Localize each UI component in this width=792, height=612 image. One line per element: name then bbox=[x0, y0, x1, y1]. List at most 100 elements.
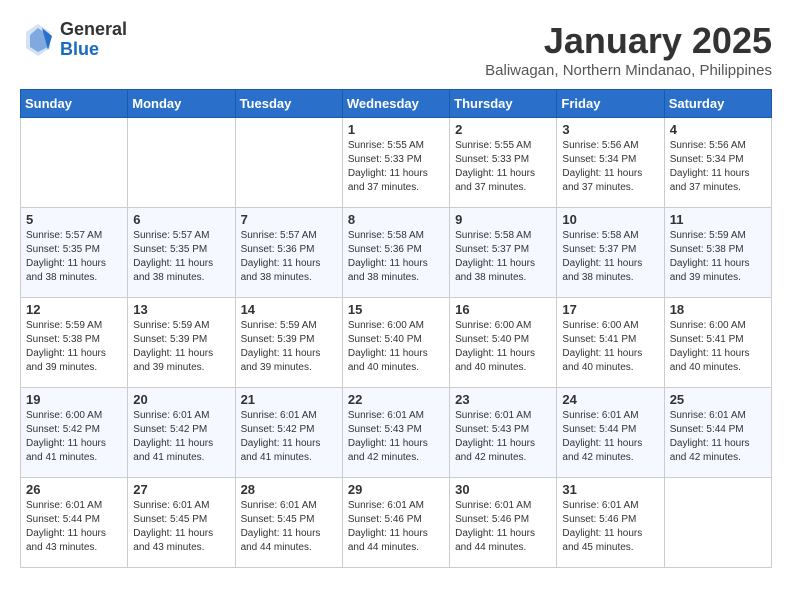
cell-info: Sunrise: 6:00 AM Sunset: 5:42 PM Dayligh… bbox=[26, 409, 122, 465]
calendar-cell: 26Sunrise: 6:01 AM Sunset: 5:44 PM Dayli… bbox=[21, 478, 128, 568]
day-number: 7 bbox=[241, 212, 337, 227]
calendar-week-4: 19Sunrise: 6:00 AM Sunset: 5:42 PM Dayli… bbox=[21, 388, 772, 478]
cell-info: Sunrise: 6:01 AM Sunset: 5:46 PM Dayligh… bbox=[562, 499, 658, 555]
calendar-cell: 20 Sunrise: 6:01 AM Sunset: 5:42 PM Dayli… bbox=[128, 388, 235, 478]
day-number: 5 bbox=[26, 212, 122, 227]
calendar-cell bbox=[128, 118, 235, 208]
calendar-cell: 5 Sunrise: 5:57 AM Sunset: 5:35 PM Daylig… bbox=[21, 208, 128, 298]
day-number: 16 bbox=[455, 302, 551, 317]
calendar-week-3: 12Sunrise: 5:59 AM Sunset: 5:38 PM Dayli… bbox=[21, 298, 772, 388]
weekday-header-tuesday: Tuesday bbox=[235, 90, 342, 118]
cell-info: Sunrise: 6:01 AM Sunset: 5:46 PM Dayligh… bbox=[348, 499, 444, 555]
calendar-cell bbox=[235, 118, 342, 208]
cell-info: Sunrise: 6:01 AM Sunset: 5:46 PM Dayligh… bbox=[455, 499, 551, 555]
cell-info: Sunrise: 6:00 AM Sunset: 5:40 PM Dayligh… bbox=[348, 319, 444, 375]
cell-info: Sunrise: 6:01 AM Sunset: 5:43 PM Dayligh… bbox=[455, 409, 551, 465]
cell-info: Sunrise: 6:01 AM Sunset: 5:42 PM Dayligh… bbox=[133, 409, 229, 465]
cell-info: Sunrise: 6:00 AM Sunset: 5:40 PM Dayligh… bbox=[455, 319, 551, 375]
cell-info: Sunrise: 6:01 AM Sunset: 5:44 PM Dayligh… bbox=[670, 409, 766, 465]
logo-general-text: General bbox=[60, 20, 127, 40]
calendar-cell: 15 Sunrise: 6:00 AM Sunset: 5:40 PM Dayli… bbox=[342, 298, 449, 388]
month-year-title: January 2025 bbox=[485, 20, 772, 62]
calendar-cell: 14 Sunrise: 5:59 AM Sunset: 5:39 PM Dayli… bbox=[235, 298, 342, 388]
day-number: 29 bbox=[348, 482, 444, 497]
calendar-cell: 6Sunrise: 5:57 AM Sunset: 5:35 PM Daylig… bbox=[128, 208, 235, 298]
calendar-cell: 9 Sunrise: 5:58 AM Sunset: 5:37 PM Daylig… bbox=[450, 208, 557, 298]
calendar-cell: 1 Sunrise: 5:55 AM Sunset: 5:33 PM Daylig… bbox=[342, 118, 449, 208]
day-number: 15 bbox=[348, 302, 444, 317]
cell-info: Sunrise: 5:59 AM Sunset: 5:39 PM Dayligh… bbox=[133, 319, 229, 375]
day-number: 10 bbox=[562, 212, 658, 227]
cell-info: Sunrise: 6:00 AM Sunset: 5:41 PM Dayligh… bbox=[670, 319, 766, 375]
cell-info: Sunrise: 5:56 AM Sunset: 5:34 PM Dayligh… bbox=[670, 139, 766, 195]
calendar-cell: 8 Sunrise: 5:58 AM Sunset: 5:36 PM Daylig… bbox=[342, 208, 449, 298]
calendar-cell: 22 Sunrise: 6:01 AM Sunset: 5:43 PM Dayli… bbox=[342, 388, 449, 478]
cell-info: Sunrise: 5:55 AM Sunset: 5:33 PM Dayligh… bbox=[348, 139, 444, 195]
day-number: 2 bbox=[455, 122, 551, 137]
location-subtitle: Baliwagan, Northern Mindanao, Philippine… bbox=[485, 62, 772, 79]
calendar-cell: 24 Sunrise: 6:01 AM Sunset: 5:44 PM Dayli… bbox=[557, 388, 664, 478]
cell-info: Sunrise: 5:56 AM Sunset: 5:34 PM Dayligh… bbox=[562, 139, 658, 195]
day-number: 23 bbox=[455, 392, 551, 407]
calendar-cell: 17 Sunrise: 6:00 AM Sunset: 5:41 PM Dayli… bbox=[557, 298, 664, 388]
calendar-cell bbox=[664, 478, 771, 568]
calendar-table: SundayMondayTuesdayWednesdayThursdayFrid… bbox=[20, 89, 772, 568]
cell-info: Sunrise: 5:58 AM Sunset: 5:37 PM Dayligh… bbox=[455, 229, 551, 285]
day-number: 30 bbox=[455, 482, 551, 497]
weekday-header-sunday: Sunday bbox=[21, 90, 128, 118]
calendar-cell: 23 Sunrise: 6:01 AM Sunset: 5:43 PM Dayli… bbox=[450, 388, 557, 478]
calendar-cell: 3Sunrise: 5:56 AM Sunset: 5:34 PM Daylig… bbox=[557, 118, 664, 208]
day-number: 25 bbox=[670, 392, 766, 407]
cell-info: Sunrise: 6:01 AM Sunset: 5:42 PM Dayligh… bbox=[241, 409, 337, 465]
cell-info: Sunrise: 6:01 AM Sunset: 5:44 PM Dayligh… bbox=[562, 409, 658, 465]
day-number: 14 bbox=[241, 302, 337, 317]
calendar-cell: 30 Sunrise: 6:01 AM Sunset: 5:46 PM Dayli… bbox=[450, 478, 557, 568]
calendar-cell: 27 Sunrise: 6:01 AM Sunset: 5:45 PM Dayli… bbox=[128, 478, 235, 568]
day-number: 27 bbox=[133, 482, 229, 497]
calendar-cell: 25 Sunrise: 6:01 AM Sunset: 5:44 PM Dayli… bbox=[664, 388, 771, 478]
calendar-cell: 13 Sunrise: 5:59 AM Sunset: 5:39 PM Dayli… bbox=[128, 298, 235, 388]
weekday-header-friday: Friday bbox=[557, 90, 664, 118]
day-number: 8 bbox=[348, 212, 444, 227]
day-number: 17 bbox=[562, 302, 658, 317]
day-number: 28 bbox=[241, 482, 337, 497]
day-number: 26 bbox=[26, 482, 122, 497]
calendar-cell: 21 Sunrise: 6:01 AM Sunset: 5:42 PM Dayli… bbox=[235, 388, 342, 478]
calendar-week-5: 26Sunrise: 6:01 AM Sunset: 5:44 PM Dayli… bbox=[21, 478, 772, 568]
cell-info: Sunrise: 5:57 AM Sunset: 5:35 PM Dayligh… bbox=[133, 229, 229, 285]
cell-info: Sunrise: 6:01 AM Sunset: 5:43 PM Dayligh… bbox=[348, 409, 444, 465]
cell-info: Sunrise: 5:59 AM Sunset: 5:39 PM Dayligh… bbox=[241, 319, 337, 375]
weekday-header-saturday: Saturday bbox=[664, 90, 771, 118]
weekday-header-thursday: Thursday bbox=[450, 90, 557, 118]
weekday-header-row: SundayMondayTuesdayWednesdayThursdayFrid… bbox=[21, 90, 772, 118]
weekday-header-wednesday: Wednesday bbox=[342, 90, 449, 118]
day-number: 13 bbox=[133, 302, 229, 317]
calendar-cell bbox=[21, 118, 128, 208]
calendar-cell: 4Sunrise: 5:56 AM Sunset: 5:34 PM Daylig… bbox=[664, 118, 771, 208]
logo-blue-text: Blue bbox=[60, 40, 127, 60]
cell-info: Sunrise: 6:01 AM Sunset: 5:45 PM Dayligh… bbox=[133, 499, 229, 555]
day-number: 12 bbox=[26, 302, 122, 317]
day-number: 18 bbox=[670, 302, 766, 317]
cell-info: Sunrise: 5:58 AM Sunset: 5:37 PM Dayligh… bbox=[562, 229, 658, 285]
day-number: 20 bbox=[133, 392, 229, 407]
calendar-cell: 2 Sunrise: 5:55 AM Sunset: 5:33 PM Daylig… bbox=[450, 118, 557, 208]
calendar-cell: 28Sunrise: 6:01 AM Sunset: 5:45 PM Dayli… bbox=[235, 478, 342, 568]
logo-text: General Blue bbox=[60, 20, 127, 60]
title-area: January 2025 Baliwagan, Northern Mindana… bbox=[485, 20, 772, 79]
cell-info: Sunrise: 5:55 AM Sunset: 5:33 PM Dayligh… bbox=[455, 139, 551, 195]
day-number: 9 bbox=[455, 212, 551, 227]
page-header: General Blue January 2025 Baliwagan, Nor… bbox=[20, 20, 772, 79]
day-number: 31 bbox=[562, 482, 658, 497]
day-number: 24 bbox=[562, 392, 658, 407]
cell-info: Sunrise: 5:58 AM Sunset: 5:36 PM Dayligh… bbox=[348, 229, 444, 285]
cell-info: Sunrise: 5:57 AM Sunset: 5:35 PM Dayligh… bbox=[26, 229, 122, 285]
calendar-week-2: 5 Sunrise: 5:57 AM Sunset: 5:35 PM Daylig… bbox=[21, 208, 772, 298]
day-number: 1 bbox=[348, 122, 444, 137]
weekday-header-monday: Monday bbox=[128, 90, 235, 118]
calendar-cell: 19Sunrise: 6:00 AM Sunset: 5:42 PM Dayli… bbox=[21, 388, 128, 478]
cell-info: Sunrise: 6:00 AM Sunset: 5:41 PM Dayligh… bbox=[562, 319, 658, 375]
calendar-cell: 18 Sunrise: 6:00 AM Sunset: 5:41 PM Dayli… bbox=[664, 298, 771, 388]
day-number: 21 bbox=[241, 392, 337, 407]
day-number: 22 bbox=[348, 392, 444, 407]
